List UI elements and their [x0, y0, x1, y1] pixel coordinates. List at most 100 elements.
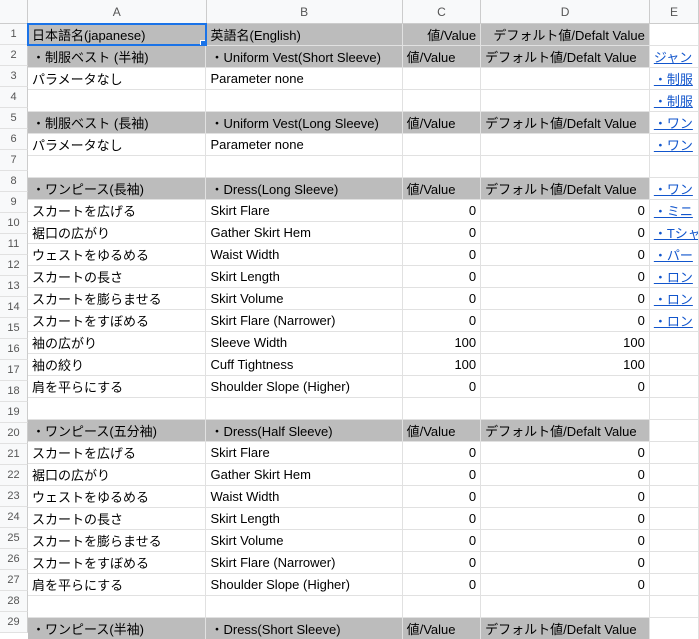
cell-d-24[interactable]: 0 [481, 530, 650, 551]
cell-d-10[interactable]: 0 [481, 222, 650, 243]
cell-grid[interactable]: 日本語名(japanese)英語名(English)値/Valueデフォルト値/… [28, 24, 699, 639]
cell-d-9[interactable]: 0 [481, 200, 650, 221]
cell-a-2[interactable]: ・制服ベスト (半袖) [28, 46, 206, 67]
cell-d-3[interactable] [481, 68, 650, 89]
cell-a-15[interactable]: 袖の広がり [28, 332, 206, 353]
row-header-22[interactable]: 22 [0, 465, 28, 486]
cell-b-18[interactable] [206, 398, 402, 419]
cell-c-13[interactable]: 0 [403, 288, 482, 309]
cell-e-27[interactable] [650, 596, 699, 617]
cell-b-21[interactable]: Gather Skirt Hem [206, 464, 402, 485]
row-header-9[interactable]: 9 [0, 192, 28, 213]
row-header-27[interactable]: 27 [0, 570, 28, 591]
link[interactable]: ・ロン [654, 311, 693, 330]
cell-b-23[interactable]: Skirt Length [206, 508, 402, 529]
cell-a-7[interactable] [28, 156, 206, 177]
cell-b-19[interactable]: ・Dress(Half Sleeve) [206, 420, 402, 441]
cell-a-10[interactable]: 裾口の広がり [28, 222, 206, 243]
row-header-1[interactable]: 1 [0, 24, 28, 45]
cell-c-7[interactable] [403, 156, 482, 177]
cell-a-27[interactable] [28, 596, 206, 617]
cell-b-27[interactable] [206, 596, 402, 617]
row-header-15[interactable]: 15 [0, 318, 28, 339]
cell-b-3[interactable]: Parameter none [206, 68, 402, 89]
cell-d-12[interactable]: 0 [481, 266, 650, 287]
link[interactable]: ・ワン [654, 179, 693, 198]
cell-c-17[interactable]: 0 [403, 376, 482, 397]
cell-d-21[interactable]: 0 [481, 464, 650, 485]
row-header-7[interactable]: 7 [0, 150, 28, 171]
cell-c-23[interactable]: 0 [403, 508, 482, 529]
cell-c-26[interactable]: 0 [403, 574, 482, 595]
row-header-21[interactable]: 21 [0, 444, 28, 465]
row-header-16[interactable]: 16 [0, 339, 28, 360]
cell-e-24[interactable] [650, 530, 699, 551]
cell-e-23[interactable] [650, 508, 699, 529]
cell-a-4[interactable] [28, 90, 206, 111]
cell-d-2[interactable]: デフォルト値/Defalt Value [481, 46, 650, 67]
cell-b-6[interactable]: Parameter none [206, 134, 402, 155]
row-header-18[interactable]: 18 [0, 381, 28, 402]
cell-e-19[interactable] [650, 420, 699, 441]
cell-b-1[interactable]: 英語名(English) [206, 24, 402, 45]
cell-c-27[interactable] [403, 596, 482, 617]
link[interactable]: ・ワン [654, 113, 693, 132]
cell-a-22[interactable]: ウェストをゆるめる [28, 486, 206, 507]
row-header-6[interactable]: 6 [0, 129, 28, 150]
cell-e-16[interactable] [650, 354, 699, 375]
row-header-23[interactable]: 23 [0, 486, 28, 507]
cell-e-26[interactable] [650, 574, 699, 595]
cell-d-15[interactable]: 100 [481, 332, 650, 353]
cell-e-6[interactable]: ・ワン [650, 134, 699, 155]
cell-e-9[interactable]: ・ミニ [650, 200, 699, 221]
cell-b-20[interactable]: Skirt Flare [206, 442, 402, 463]
cell-c-22[interactable]: 0 [403, 486, 482, 507]
cell-b-17[interactable]: Shoulder Slope (Higher) [206, 376, 402, 397]
cell-d-7[interactable] [481, 156, 650, 177]
col-header-e[interactable]: E [650, 0, 699, 24]
cell-c-6[interactable] [403, 134, 482, 155]
cell-e-14[interactable]: ・ロン [650, 310, 699, 331]
cell-e-8[interactable]: ・ワン [650, 178, 699, 199]
row-header-20[interactable]: 20 [0, 423, 28, 444]
row-header-25[interactable]: 25 [0, 528, 28, 549]
cell-c-28[interactable]: 値/Value [403, 618, 482, 639]
cell-b-16[interactable]: Cuff Tightness [206, 354, 402, 375]
col-header-b[interactable]: B [207, 0, 403, 24]
row-header-14[interactable]: 14 [0, 297, 28, 318]
cell-c-21[interactable]: 0 [403, 464, 482, 485]
row-header-13[interactable]: 13 [0, 276, 28, 297]
cell-a-5[interactable]: ・制服ベスト (長袖) [28, 112, 206, 133]
cell-b-8[interactable]: ・Dress(Long Sleeve) [206, 178, 402, 199]
cell-a-11[interactable]: ウェストをゆるめる [28, 244, 206, 265]
cell-a-17[interactable]: 肩を平らにする [28, 376, 206, 397]
cell-b-22[interactable]: Waist Width [206, 486, 402, 507]
cell-a-8[interactable]: ・ワンピース(長袖) [28, 178, 206, 199]
cell-c-18[interactable] [403, 398, 482, 419]
cell-a-23[interactable]: スカートの長さ [28, 508, 206, 529]
cell-e-12[interactable]: ・ロン [650, 266, 699, 287]
cell-b-2[interactable]: ・Uniform Vest(Short Sleeve) [206, 46, 402, 67]
row-header-17[interactable]: 17 [0, 360, 28, 381]
row-header-4[interactable]: 4 [0, 87, 28, 108]
cell-e-15[interactable] [650, 332, 699, 353]
cell-a-1[interactable]: 日本語名(japanese) [28, 24, 206, 45]
cell-e-28[interactable] [650, 618, 699, 639]
cell-c-20[interactable]: 0 [403, 442, 482, 463]
cell-e-20[interactable] [650, 442, 699, 463]
cell-d-19[interactable]: デフォルト値/Defalt Value [481, 420, 650, 441]
cell-e-22[interactable] [650, 486, 699, 507]
row-header-24[interactable]: 24 [0, 507, 28, 528]
cell-b-4[interactable] [206, 90, 402, 111]
cell-c-4[interactable] [403, 90, 482, 111]
link[interactable]: ・Tシャ [654, 223, 699, 242]
cell-b-28[interactable]: ・Dress(Short Sleeve) [206, 618, 402, 639]
cell-e-18[interactable] [650, 398, 699, 419]
cell-c-5[interactable]: 値/Value [403, 112, 482, 133]
cell-b-9[interactable]: Skirt Flare [206, 200, 402, 221]
cell-d-14[interactable]: 0 [481, 310, 650, 331]
cell-d-28[interactable]: デフォルト値/Defalt Value [481, 618, 650, 639]
cell-d-6[interactable] [481, 134, 650, 155]
link[interactable]: ・制服 [654, 69, 693, 88]
cell-c-10[interactable]: 0 [403, 222, 482, 243]
